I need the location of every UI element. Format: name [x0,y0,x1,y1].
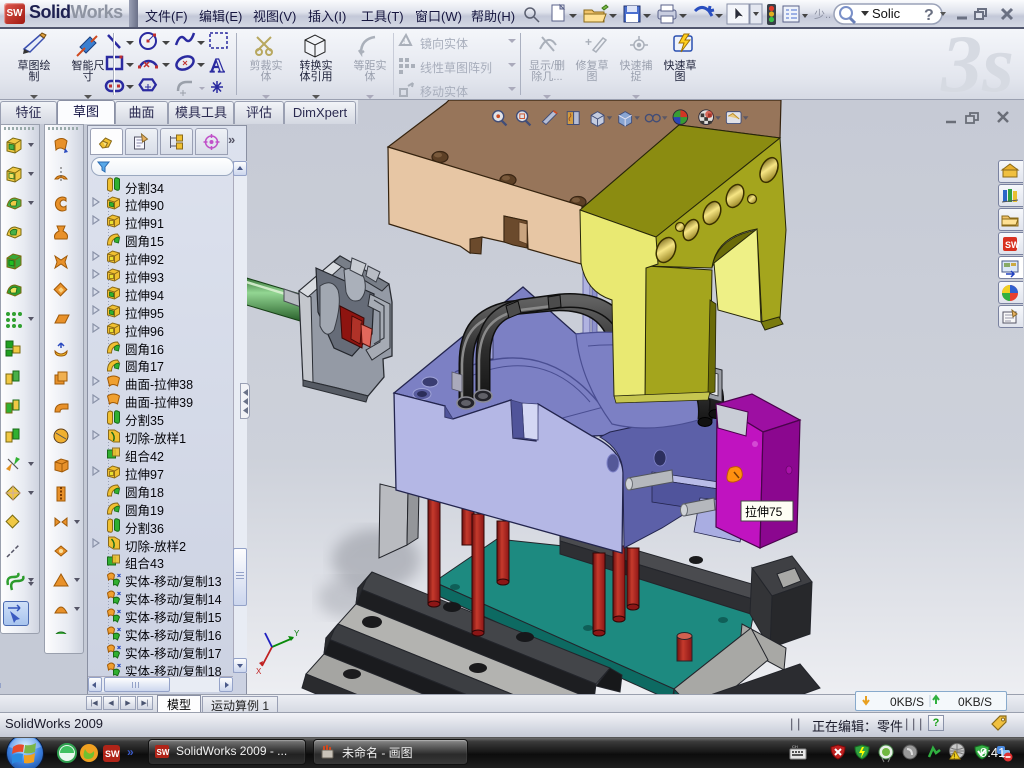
svg-text:CH: CH [792,744,798,749]
svg-text:»: » [127,745,134,759]
svg-text:拉伸75: 拉伸75 [745,504,783,519]
svg-text:SW: SW [157,748,170,757]
svg-text:0KB/S: 0KB/S [958,695,992,709]
svg-text:!: ! [953,754,955,761]
svg-text:X: X [256,667,262,676]
svg-text:少..: 少.. [814,8,831,21]
svg-text:Solic: Solic [872,6,901,21]
svg-text:+: + [585,35,592,49]
svg-text:!: ! [403,37,405,46]
svg-text:?: ? [924,7,934,24]
svg-text:SW: SW [105,749,120,759]
svg-text:0KB/S: 0KB/S [890,695,924,709]
svg-text:A: A [210,55,225,77]
svg-text:SW: SW [1005,240,1020,250]
svg-text:Y: Y [294,629,300,638]
